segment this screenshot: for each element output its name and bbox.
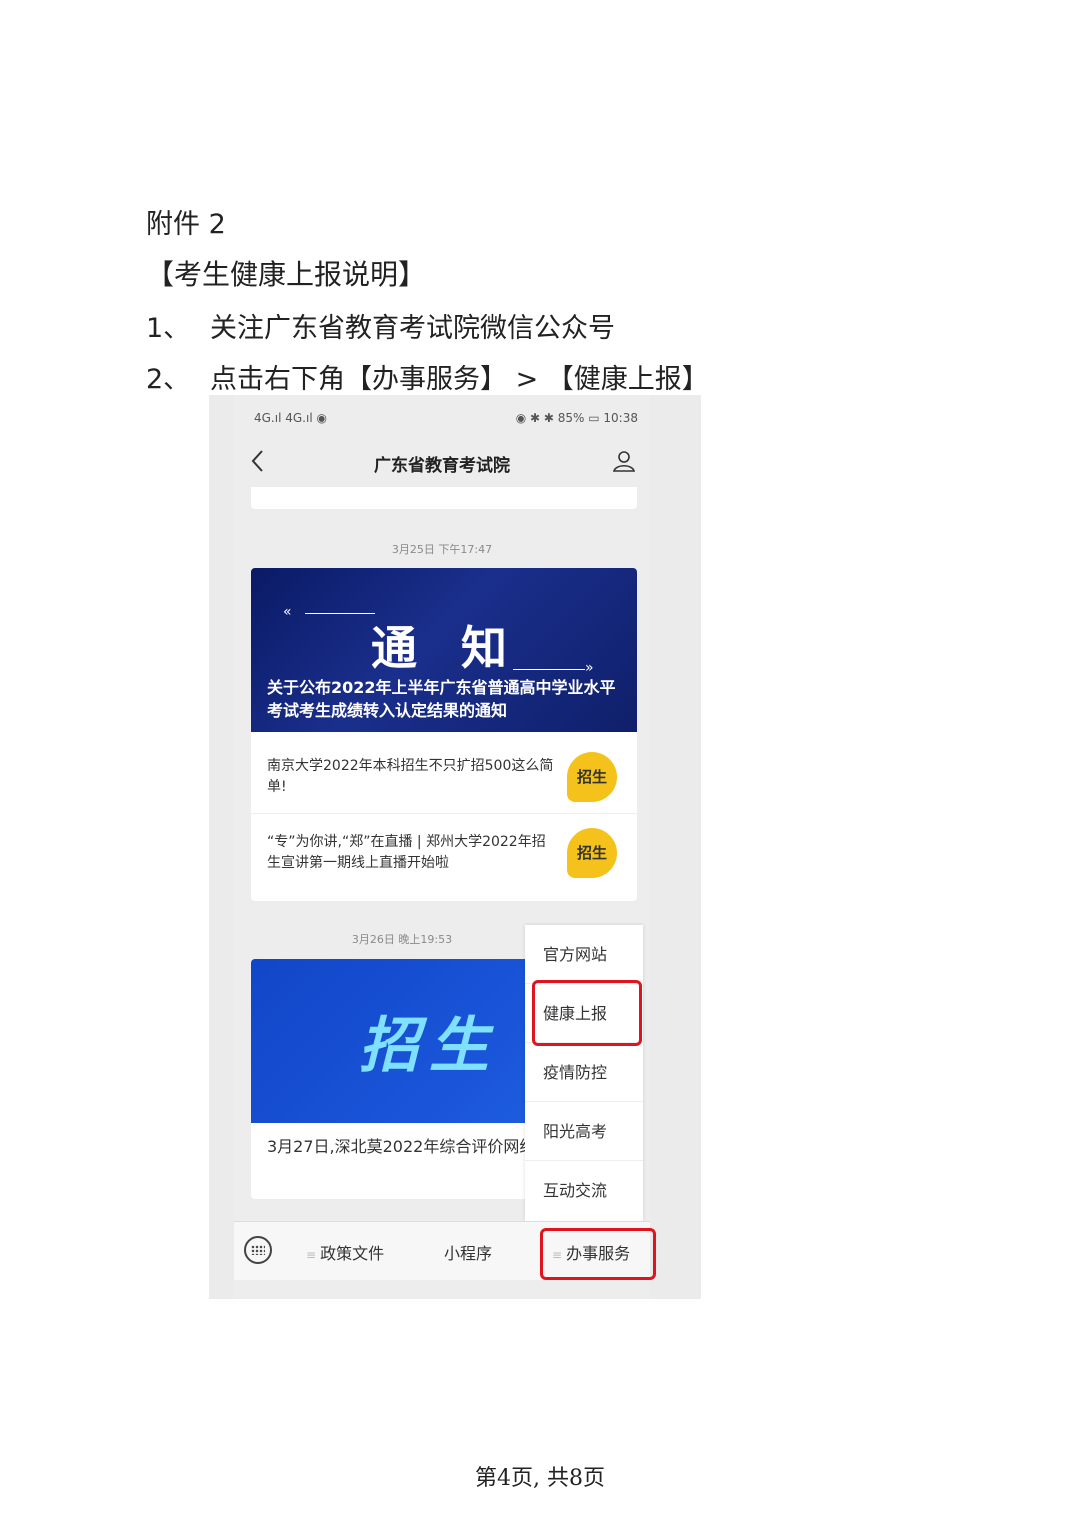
banner-line: [513, 669, 585, 670]
notice-banner[interactable]: « 通知 » 关于公布2022年上半年广东省普通高中学业水平考试考生成绩转入认定…: [251, 568, 637, 732]
menu-item-interaction[interactable]: 互动交流: [525, 1161, 643, 1220]
page-footer: 第4页, 共8页: [475, 1466, 605, 1491]
profile-icon[interactable]: [612, 449, 636, 473]
menu-item-sunshine-gaokao[interactable]: 阳光高考: [525, 1102, 643, 1161]
phone-screenshot: 4G.ıl 4G.ıl ◉ ◉ ✱ ✱ 85% ▭ 10:38 广东省教育考试院…: [209, 395, 701, 1299]
nav-bar: 广东省教育考试院: [234, 439, 650, 485]
step-2-text: 点击右下角【办事服务】 > 【健康上报】: [210, 364, 709, 395]
article-card[interactable]: « 通知 » 关于公布2022年上半年广东省普通高中学业水平考试考生成绩转入认定…: [251, 568, 637, 901]
keyboard-icon[interactable]: [244, 1236, 272, 1264]
article-title: “专”为你讲,“郑”在直播 | 郑州大学2022年招生宣讲第一期线上直播开始啦: [267, 834, 546, 871]
signal-indicators: 4G.ıl 4G.ıl ◉: [254, 411, 327, 425]
health-report-highlight: [532, 980, 642, 1046]
step-1-text: 关注广东省教育考试院微信公众号: [210, 313, 615, 344]
message-timestamp: 3月25日 下午17:47: [391, 543, 493, 556]
tab-label: 小程序: [444, 1244, 493, 1263]
service-menu: 官方网站 健康上报 疫情防控 阳光高考 互动交流: [525, 925, 643, 1221]
tab-policy-documents[interactable]: ≡ 政策文件: [306, 1240, 384, 1264]
account-title: 广东省教育考试院: [374, 456, 510, 476]
double-chevron-right-icon: »: [585, 660, 594, 676]
menu-item-official-site[interactable]: 官方网站: [525, 925, 643, 984]
article-title: 南京大学2022年本科招生不只扩招500这么简单!: [267, 758, 554, 795]
list-item[interactable]: 南京大学2022年本科招生不只扩招500这么简单! 招生: [251, 738, 637, 812]
attachment-title: 附件 2: [146, 209, 226, 240]
wechat-screen: 4G.ıl 4G.ıl ◉ ◉ ✱ ✱ 85% ▭ 10:38 广东省教育考试院…: [234, 395, 656, 1299]
step-1-number: 1、: [146, 313, 191, 344]
list-item[interactable]: “专”为你讲,“郑”在直播 | 郑州大学2022年招生宣讲第一期线上直播开始啦 …: [251, 813, 637, 888]
double-chevron-left-icon: «: [283, 604, 292, 620]
step-2-number: 2、: [146, 364, 191, 395]
services-highlight: [540, 1228, 656, 1280]
status-right: ◉ ✱ ✱ 85% ▭ 10:38: [515, 411, 638, 425]
previous-message-card: [251, 487, 637, 509]
banner-title: 招生: [359, 1011, 499, 1081]
tab-label: 政策文件: [320, 1244, 385, 1263]
menu-lines-icon: ≡: [306, 1248, 317, 1262]
status-bar: 4G.ıl 4G.ıl ◉ ◉ ✱ ✱ 85% ▭ 10:38: [234, 405, 650, 431]
recruit-thumbnail: 招生: [567, 752, 617, 802]
banner-caption: 关于公布2022年上半年广东省普通高中学业水平考试考生成绩转入认定结果的通知: [267, 678, 616, 720]
article-title: 3月27日,深北莫2022年综合评价网络直播咨询会在线答疑!: [267, 1137, 567, 1156]
banner-line: [305, 613, 375, 614]
menu-item-epidemic-control[interactable]: 疫情防控: [525, 1043, 643, 1102]
document-heading: 【考生健康上报说明】: [146, 258, 427, 291]
tab-mini-program[interactable]: 小程序: [444, 1240, 492, 1264]
recruit-thumbnail: 招生: [567, 828, 617, 878]
